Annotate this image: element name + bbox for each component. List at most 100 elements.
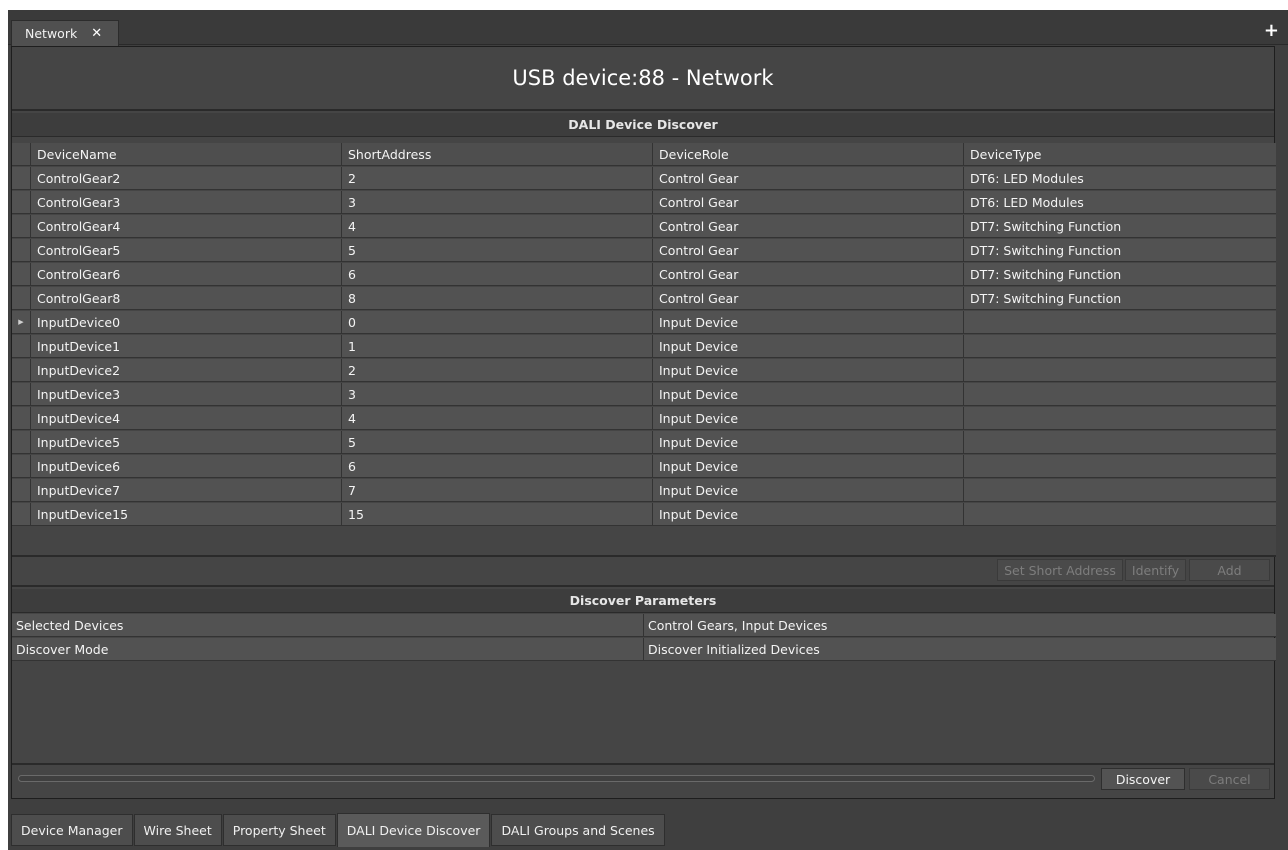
tab-network-label: Network — [25, 26, 78, 41]
table-row[interactable]: InputDevice7 7 Input Device — [12, 479, 1276, 502]
cell-device-name: ControlGear3 — [31, 191, 342, 213]
tab-dali-device-discover[interactable]: DALI Device Discover — [336, 813, 491, 847]
cell-device-type — [964, 359, 1276, 381]
cell-device-role: Input Device — [653, 503, 964, 525]
column-header-short-address[interactable]: ShortAddress — [342, 143, 653, 165]
cell-device-name: InputDevice5 — [31, 431, 342, 453]
table-row[interactable]: InputDevice5 5 Input Device — [12, 431, 1276, 454]
parameter-row-selected-devices[interactable]: Selected Devices Control Gears, Input De… — [12, 614, 1276, 637]
table-row[interactable]: InputDevice15 15 Input Device — [12, 503, 1276, 526]
table-row[interactable]: InputDevice1 1 Input Device — [12, 335, 1276, 358]
cell-device-role: Control Gear — [653, 263, 964, 285]
row-selector[interactable] — [12, 215, 31, 237]
network-panel: USB device:88 - Network DALI Device Disc… — [11, 46, 1276, 799]
add-button[interactable]: Add — [1189, 559, 1270, 581]
current-row-indicator-icon[interactable]: ▶ — [12, 311, 31, 333]
discover-button[interactable]: Discover — [1101, 768, 1185, 790]
table-row[interactable]: InputDevice4 4 Input Device — [12, 407, 1276, 430]
row-selector[interactable] — [12, 383, 31, 405]
table-row[interactable]: InputDevice6 6 Input Device — [12, 455, 1276, 478]
parameter-value: Control Gears, Input Devices — [648, 617, 828, 633]
row-selector[interactable] — [12, 359, 31, 381]
cell-device-type — [964, 407, 1276, 429]
table-row[interactable]: ▶ InputDevice0 0 Input Device — [12, 311, 1276, 334]
discover-parameters-panel: Discover Parameters Selected Devices Con… — [12, 589, 1276, 763]
set-short-address-button[interactable]: Set Short Address — [997, 559, 1123, 581]
cell-short-address: 4 — [342, 407, 653, 429]
cell-device-type — [964, 431, 1276, 453]
cell-device-name: InputDevice0 — [31, 311, 342, 333]
cell-device-type — [964, 311, 1276, 333]
row-selector[interactable] — [12, 191, 31, 213]
table-row[interactable]: ControlGear4 4 Control Gear DT7: Switching … — [12, 215, 1276, 238]
discover-section-header: DALI Device Discover — [12, 113, 1274, 137]
parameter-name: Discover Mode — [12, 638, 644, 660]
table-row[interactable]: ControlGear2 2 Control Gear DT6: LED Module… — [12, 167, 1276, 190]
row-selector[interactable] — [12, 335, 31, 357]
cell-device-role: Control Gear — [653, 287, 964, 309]
cell-device-name: InputDevice1 — [31, 335, 342, 357]
cell-device-type: DT6: LED Modules — [970, 194, 1084, 210]
column-header-device-name[interactable]: DeviceName — [31, 143, 342, 165]
cell-short-address: 4 — [342, 215, 653, 237]
row-selector[interactable] — [12, 167, 31, 189]
cell-short-address: 3 — [342, 191, 653, 213]
cell-short-address: 2 — [342, 359, 653, 381]
cell-device-role: Input Device — [653, 455, 964, 477]
cancel-button[interactable]: Cancel — [1189, 768, 1270, 790]
row-selector[interactable] — [12, 239, 31, 261]
row-selector[interactable] — [12, 455, 31, 477]
column-header-device-role[interactable]: DeviceRole — [653, 143, 964, 165]
table-row[interactable]: ControlGear5 5 Control Gear DT7: Switching … — [12, 239, 1276, 262]
table-row[interactable]: ControlGear3 3 Control Gear DT6: LED Module… — [12, 191, 1276, 214]
cell-device-name: ControlGear2 — [31, 167, 342, 189]
cell-device-role: Input Device — [653, 335, 964, 357]
cell-device-role: Control Gear — [653, 167, 964, 189]
table-row[interactable]: ControlGear8 8 Control Gear DT7: Switching … — [12, 287, 1276, 310]
parameters-section-header: Discover Parameters — [12, 589, 1274, 613]
cell-device-name: ControlGear6 — [31, 263, 342, 285]
tab-dali-groups-and-scenes[interactable]: DALI Groups and Scenes — [491, 814, 665, 846]
cell-device-name: InputDevice15 — [31, 503, 342, 525]
tab-property-sheet[interactable]: Property Sheet — [222, 814, 336, 846]
discover-progress-bar — [18, 775, 1095, 782]
cell-device-role: Control Gear — [653, 191, 964, 213]
parameter-name: Selected Devices — [12, 614, 644, 636]
row-selector[interactable] — [12, 407, 31, 429]
column-header-device-type[interactable]: DeviceType — [964, 143, 1276, 165]
parameter-value: Discover Initialized Devices — [648, 641, 820, 657]
cell-short-address: 5 — [342, 431, 653, 453]
discover-progress-row: Discover Cancel — [12, 763, 1274, 793]
row-selector[interactable] — [12, 263, 31, 285]
cell-device-role: Input Device — [653, 479, 964, 501]
cell-device-role: Control Gear — [653, 239, 964, 261]
row-selector-header — [12, 143, 31, 165]
document-tab-strip: Network ✕ + — [8, 10, 1288, 46]
cell-device-role: Control Gear — [653, 215, 964, 237]
add-tab-icon[interactable]: + — [1264, 22, 1279, 40]
cell-device-type: DT7: Switching Function — [970, 266, 1122, 282]
cell-device-type: DT7: Switching Function — [970, 218, 1122, 234]
cell-short-address: 8 — [342, 287, 653, 309]
parameter-row-discover-mode[interactable]: Discover Mode Discover Initialized Devic… — [12, 638, 1276, 661]
row-selector[interactable] — [12, 287, 31, 309]
cell-short-address: 0 — [342, 311, 653, 333]
table-row[interactable]: InputDevice3 3 Input Device — [12, 383, 1276, 406]
row-selector[interactable] — [12, 431, 31, 453]
identify-button[interactable]: Identify — [1125, 559, 1186, 581]
row-selector[interactable] — [12, 479, 31, 501]
cell-short-address: 15 — [342, 503, 653, 525]
table-row[interactable]: ControlGear6 6 Control Gear DT7: Switching … — [12, 263, 1276, 286]
tab-wire-sheet[interactable]: Wire Sheet — [133, 814, 222, 846]
table-row[interactable]: InputDevice2 2 Input Device — [12, 359, 1276, 382]
cell-device-name: InputDevice6 — [31, 455, 342, 477]
close-icon[interactable]: ✕ — [91, 26, 102, 41]
cell-device-name: InputDevice3 — [31, 383, 342, 405]
tab-network[interactable]: Network ✕ — [11, 20, 119, 46]
cell-device-role: Input Device — [653, 431, 964, 453]
device-discover-grid: DeviceName ShortAddress DeviceRole Devic… — [12, 143, 1276, 557]
tab-device-manager[interactable]: Device Manager — [11, 814, 133, 846]
cell-short-address: 5 — [342, 239, 653, 261]
cell-short-address: 2 — [342, 167, 653, 189]
row-selector[interactable] — [12, 503, 31, 525]
